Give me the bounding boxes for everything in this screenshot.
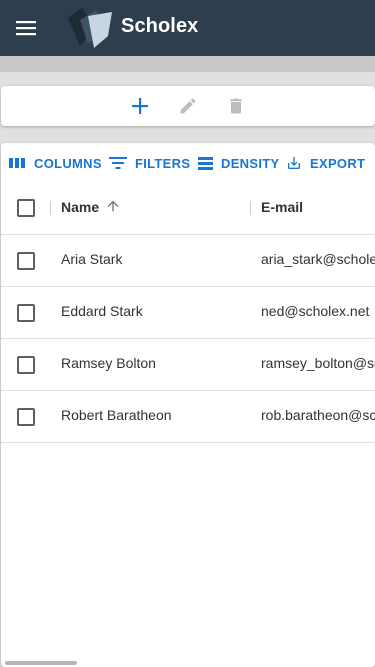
delete-icon	[230, 98, 242, 114]
table-row[interactable]: Aria Stark aria_stark@scholex.net	[1, 235, 375, 287]
select-all-checkbox[interactable]	[17, 199, 35, 217]
columns-label: COLUMNS	[34, 155, 102, 171]
column-header-email[interactable]: E-mail	[261, 199, 303, 215]
row-checkbox[interactable]	[17, 356, 35, 374]
grid-toolbar: COLUMNS FILTERS DENSITY EXPORT	[1, 143, 375, 181]
cell-name: Robert Baratheon	[61, 407, 172, 423]
filters-label: FILTERS	[135, 155, 191, 171]
action-bar	[1, 86, 375, 126]
edit-icon	[180, 98, 196, 114]
sub-bar	[0, 56, 375, 72]
edit-button[interactable]	[176, 94, 200, 118]
delete-button[interactable]	[224, 94, 248, 118]
add-button[interactable]	[128, 94, 152, 118]
filter-icon	[109, 157, 127, 169]
row-checkbox[interactable]	[17, 252, 35, 270]
table-row[interactable]: Ramsey Bolton ramsey_bolton@scholex.net	[1, 339, 375, 391]
table-row[interactable]: Robert Baratheon rob.baratheon@scholex.n…	[1, 391, 375, 443]
export-icon	[288, 157, 300, 169]
cell-name: Eddard Stark	[61, 303, 143, 319]
app-title: Scholex	[121, 15, 199, 37]
app-bar: Scholex	[0, 0, 375, 56]
filters-button[interactable]: FILTERS	[109, 153, 190, 173]
column-header-name[interactable]: Name	[61, 199, 99, 215]
column-separator[interactable]	[50, 201, 51, 215]
density-label: DENSITY	[221, 155, 280, 171]
density-button[interactable]: DENSITY	[198, 153, 279, 173]
cell-name: Ramsey Bolton	[61, 355, 156, 371]
scholex-logo	[68, 8, 112, 48]
menu-icon	[16, 21, 36, 36]
menu-button[interactable]	[12, 14, 40, 42]
export-label: EXPORT	[310, 155, 366, 171]
add-icon	[132, 98, 148, 114]
cell-email: ned@scholex.net	[261, 303, 370, 319]
sort-ascending-icon[interactable]	[105, 198, 121, 214]
data-grid: COLUMNS FILTERS DENSITY EXPORT Name E-ma…	[1, 143, 375, 667]
export-button[interactable]: EXPORT	[286, 153, 365, 173]
column-header-row: Name E-mail	[1, 181, 375, 235]
cell-email: aria_stark@scholex.net	[261, 251, 375, 267]
column-separator[interactable]	[250, 201, 251, 215]
columns-button[interactable]: COLUMNS	[9, 153, 102, 173]
cell-name: Aria Stark	[61, 251, 123, 267]
row-checkbox[interactable]	[17, 304, 35, 322]
cell-email: ramsey_bolton@scholex.net	[261, 355, 375, 371]
table-row[interactable]: Eddard Stark ned@scholex.net	[1, 287, 375, 339]
row-checkbox[interactable]	[17, 408, 35, 426]
cell-email: rob.baratheon@scholex.net	[261, 407, 375, 423]
density-icon	[198, 156, 213, 170]
columns-icon	[9, 158, 25, 168]
horizontal-scrollbar[interactable]	[5, 661, 77, 665]
